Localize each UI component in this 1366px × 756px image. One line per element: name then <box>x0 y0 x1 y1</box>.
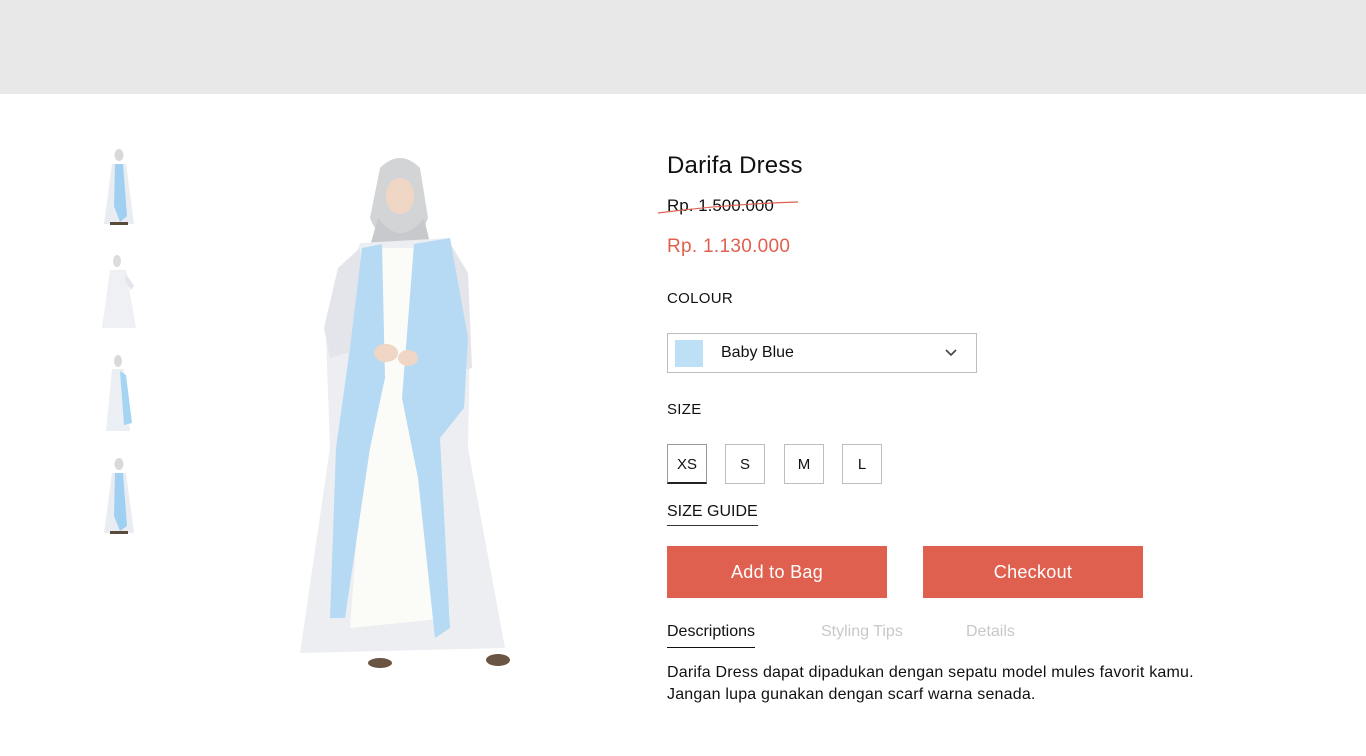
product-title: Darifa Dress <box>667 152 803 179</box>
colour-selected-value: Baby Blue <box>721 344 794 361</box>
description-line-1: Darifa Dress dapat dipadukan dengan sepa… <box>667 664 1194 681</box>
main-product-image <box>290 148 530 678</box>
dress-model-illustration <box>300 158 510 668</box>
thumbnail-1[interactable] <box>98 146 140 228</box>
sale-price: Rp. 1.130.000 <box>667 236 791 257</box>
size-option-xs[interactable]: XS <box>667 444 707 484</box>
dress-side-thumbnail-image <box>106 355 132 431</box>
thumbnail-3[interactable] <box>98 353 140 435</box>
chevron-down-icon <box>945 349 957 357</box>
colour-label: COLOUR <box>667 290 733 307</box>
size-guide-link[interactable]: SIZE GUIDE <box>667 503 758 526</box>
thumbnail-2[interactable] <box>98 250 140 332</box>
dress-front-thumbnail-image-2 <box>104 458 134 534</box>
dress-front-thumbnail-image <box>104 149 134 225</box>
top-header-bar <box>0 0 1366 94</box>
size-option-m[interactable]: M <box>784 444 824 484</box>
colour-dropdown[interactable]: Baby Blue <box>667 333 977 373</box>
add-to-bag-button[interactable]: Add to Bag <box>667 546 887 598</box>
original-price-wrap: Rp. 1.500.000 <box>667 196 774 216</box>
tab-styling-tips[interactable]: Styling Tips <box>821 623 903 647</box>
original-price: Rp. 1.500.000 <box>667 196 774 215</box>
dress-white-thumbnail-image <box>102 255 136 328</box>
checkout-button[interactable]: Checkout <box>923 546 1143 598</box>
thumbnail-4[interactable] <box>98 456 140 538</box>
size-option-l[interactable]: L <box>842 444 882 484</box>
description-line-2: Jangan lupa gunakan dengan scarf warna s… <box>667 686 1036 703</box>
size-option-s[interactable]: S <box>725 444 765 484</box>
tab-details[interactable]: Details <box>966 623 1015 647</box>
size-label: SIZE <box>667 401 702 418</box>
product-description: Darifa Dress dapat dipadukan dengan sepa… <box>667 662 1267 706</box>
tab-descriptions[interactable]: Descriptions <box>667 623 756 648</box>
colour-swatch <box>675 340 703 367</box>
